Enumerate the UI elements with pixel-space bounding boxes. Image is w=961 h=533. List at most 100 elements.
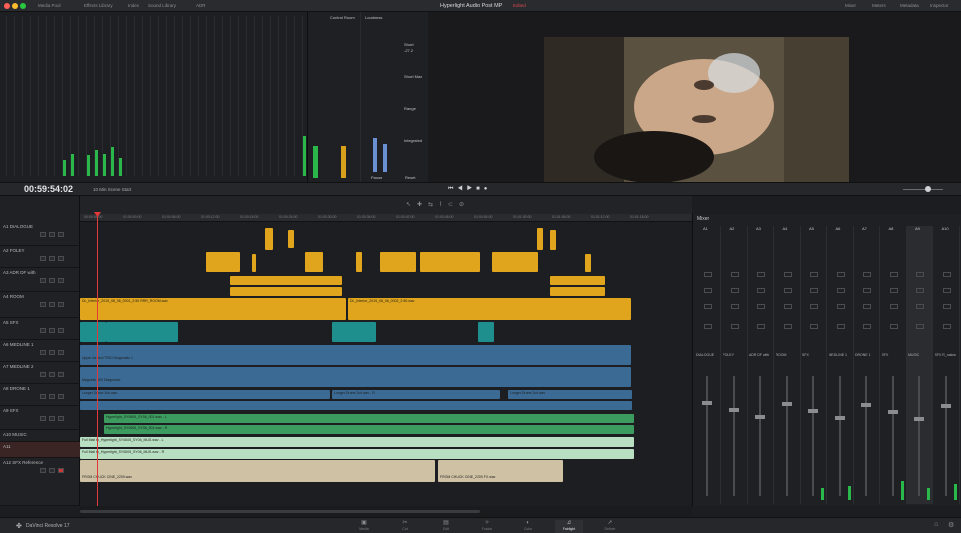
page-tab-deliver[interactable]: ➚ Deliver xyxy=(596,520,624,533)
channel-control[interactable] xyxy=(730,288,739,293)
channel-fader-track[interactable] xyxy=(918,376,920,496)
track-header-a8[interactable]: A8 DRONE 1 xyxy=(0,384,80,406)
channel-fader-handle[interactable] xyxy=(808,409,818,413)
channel-control[interactable] xyxy=(836,304,845,309)
reference-clip[interactable]: FROM CHUCK CINE_2209 FX.wav xyxy=(438,460,563,482)
channel-control[interactable] xyxy=(916,288,924,293)
zoom-slider[interactable] xyxy=(903,189,943,190)
drone-clip[interactable]: Longer Drone 2ch.wav xyxy=(80,390,330,399)
channel-control[interactable] xyxy=(704,324,712,329)
transport-controls[interactable]: ⏮◀▶■● xyxy=(448,186,491,193)
channel-control[interactable] xyxy=(810,288,818,293)
maximize-window-icon[interactable] xyxy=(20,3,26,9)
solo-button[interactable] xyxy=(49,468,55,473)
track-header-a9[interactable]: A9 SFX xyxy=(0,406,80,430)
solo-button[interactable] xyxy=(49,232,55,237)
music-clip[interactable]: Full Mail to_Hyperlight_SY0605_SY06_MUS.… xyxy=(80,449,634,459)
solo-button[interactable] xyxy=(49,372,55,377)
channel-control[interactable] xyxy=(942,324,951,329)
audio-clip[interactable] xyxy=(288,230,294,248)
audio-clip[interactable] xyxy=(305,252,323,272)
timeline-tracks[interactable]: DL_Interior_2019_08_06_0001_2:50 RRR_ROO… xyxy=(80,222,692,506)
channel-control[interactable] xyxy=(889,288,898,293)
record-arm-button[interactable] xyxy=(40,350,46,355)
channel-control[interactable] xyxy=(757,288,765,293)
scrollbar-thumb[interactable] xyxy=(80,510,480,513)
channel-fader-handle[interactable] xyxy=(914,417,924,421)
drone-clip[interactable]: Longer Drone 2ch.wav xyxy=(508,390,632,399)
record-arm-button[interactable] xyxy=(40,302,46,307)
channel-control[interactable] xyxy=(783,304,792,309)
mute-button[interactable] xyxy=(58,468,64,473)
sfx-clip[interactable] xyxy=(106,322,178,342)
channel-control[interactable] xyxy=(942,272,951,277)
channel-control[interactable] xyxy=(704,304,712,309)
solo-button[interactable] xyxy=(49,350,55,355)
track-header-a3[interactable]: A3 ADR DF with xyxy=(0,268,80,292)
track-header-a10[interactable]: A10 MUSIC xyxy=(0,430,80,442)
channel-control[interactable] xyxy=(730,304,739,309)
settings-gear-icon[interactable]: ⚙ xyxy=(948,521,954,529)
channel-control[interactable] xyxy=(810,272,818,277)
channel-control[interactable] xyxy=(942,288,951,293)
record-arm-button[interactable] xyxy=(40,394,46,399)
loudness-reset-button[interactable]: Reset xyxy=(405,175,415,180)
audio-clip[interactable] xyxy=(380,252,416,272)
metadata-toggle-button[interactable]: Metadata xyxy=(900,2,919,10)
home-icon[interactable]: ⌂ xyxy=(934,521,938,528)
channel-control[interactable] xyxy=(757,324,765,329)
audio-clip[interactable] xyxy=(550,287,605,296)
sfx-clip[interactable] xyxy=(332,322,376,342)
channel-control[interactable] xyxy=(836,272,845,277)
track-header-a6[interactable]: A6 MEDLINE 1 xyxy=(0,340,80,362)
channel-fader-handle[interactable] xyxy=(861,403,871,407)
record-arm-button[interactable] xyxy=(40,278,46,283)
solo-button[interactable] xyxy=(49,302,55,307)
channel-control[interactable] xyxy=(863,324,871,329)
timeline-scrollbar[interactable] xyxy=(80,506,692,517)
mute-button[interactable] xyxy=(58,302,64,307)
audio-clip[interactable] xyxy=(230,287,342,296)
channel-fader-track[interactable] xyxy=(838,376,841,496)
reference-clip[interactable]: FROM CHUCK CINE_2209.wav xyxy=(80,460,435,482)
track-header-a5[interactable]: A5 SFX xyxy=(0,318,80,340)
channel-control[interactable] xyxy=(704,288,712,293)
meters-toggle-button[interactable]: Meters xyxy=(872,2,886,10)
solo-button[interactable] xyxy=(49,328,55,333)
close-window-icon[interactable] xyxy=(4,3,10,9)
audio-clip[interactable] xyxy=(550,230,556,250)
track-header-a11[interactable]: A11 xyxy=(0,442,80,458)
channel-control[interactable] xyxy=(863,272,871,277)
channel-control[interactable] xyxy=(863,288,871,293)
channel-fader-handle[interactable] xyxy=(834,416,845,420)
channel-fader-track[interactable] xyxy=(732,376,735,496)
timeline-ruler[interactable]: 00:59:54:00 01:00:00:00 01:00:06:00 01:00:1… xyxy=(80,214,692,222)
inspector-toggle-button[interactable]: Inspector xyxy=(930,2,949,10)
sfx-clip[interactable] xyxy=(80,322,106,342)
channel-control[interactable] xyxy=(916,324,924,329)
audio-clip[interactable] xyxy=(585,254,591,272)
channel-fader-handle[interactable] xyxy=(940,404,951,408)
audio-clip[interactable] xyxy=(356,252,362,272)
audio-clip[interactable] xyxy=(230,276,342,285)
medline-clip[interactable]: Upper Air and TRIO Diagnostic 1 xyxy=(80,345,631,365)
track-header-a1[interactable]: A1 DIALOGUE xyxy=(0,222,80,246)
page-tab-fusion[interactable]: ✧ Fusion xyxy=(473,520,501,533)
zoom-slider-handle[interactable] xyxy=(925,186,931,192)
channel-control[interactable] xyxy=(942,304,951,309)
page-tab-media[interactable]: ▣ Media xyxy=(350,520,378,533)
channel-fader-handle[interactable] xyxy=(755,415,765,419)
sfx-clip[interactable] xyxy=(478,322,494,342)
tab-adr[interactable]: ADR xyxy=(196,2,206,10)
channel-control[interactable] xyxy=(889,324,898,329)
medline-clip[interactable]: Magnetic 100 Diagnostic xyxy=(80,367,631,387)
track-header-a2[interactable]: A2 FOLEY xyxy=(0,246,80,268)
channel-control[interactable] xyxy=(757,304,765,309)
channel-fader-track[interactable] xyxy=(944,376,947,496)
solo-button[interactable] xyxy=(49,394,55,399)
audio-clip[interactable] xyxy=(420,252,480,272)
channel-fader-track[interactable] xyxy=(812,376,814,496)
audio-clip[interactable] xyxy=(537,228,543,250)
timeline-name-dropdown[interactable]: 10 Min Scene Start xyxy=(93,187,131,192)
mute-button[interactable] xyxy=(58,416,64,421)
